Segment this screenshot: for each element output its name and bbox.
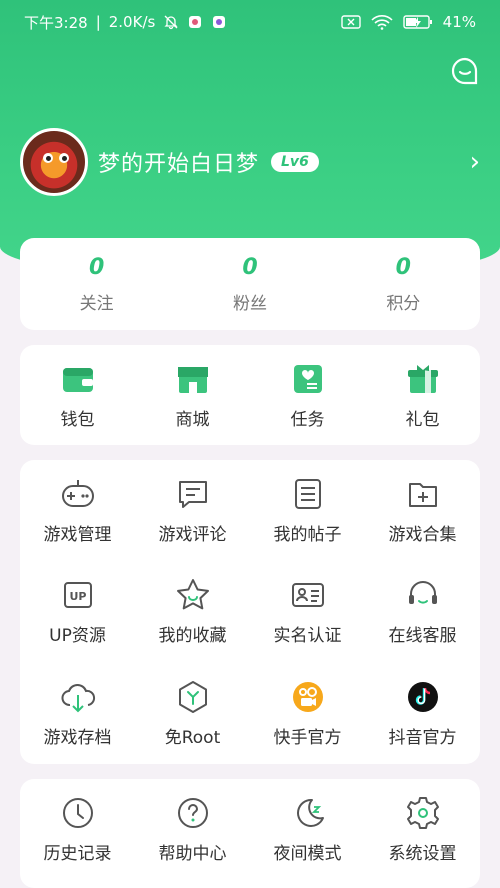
folder-plus-icon — [408, 483, 437, 507]
avatar[interactable] — [20, 128, 88, 196]
moon-icon — [296, 798, 324, 827]
menu-game-manage[interactable]: 游戏管理 — [20, 460, 135, 561]
wallet-card: 钱包 商城 任务 礼包 — [20, 345, 480, 445]
menu-my-favorites[interactable]: 我的收藏 — [135, 561, 250, 662]
avatar-eye-right — [59, 153, 69, 163]
menu-label: 快手官方 — [273, 727, 342, 748]
menu-label: 夜间模式 — [273, 843, 342, 864]
menu-night-mode[interactable]: 夜间模式 — [250, 779, 365, 879]
menu-label: 我的帖子 — [273, 525, 342, 545]
stat-label: 粉丝 — [232, 293, 267, 314]
status-divider: | — [95, 13, 101, 31]
help-icon — [177, 797, 208, 828]
menu-my-posts[interactable]: 我的帖子 — [250, 460, 365, 561]
stat-value: 0 — [89, 254, 105, 280]
root-hex-icon — [178, 680, 207, 713]
username: 梦的开始白日梦 — [98, 152, 260, 177]
menu-label: UP资源 — [49, 626, 106, 647]
menu-game-saves[interactable]: 游戏存档 — [20, 663, 135, 764]
settings-gear-icon — [406, 796, 439, 829]
menu-real-name-auth[interactable]: 实名认证 — [250, 561, 365, 662]
bell-muted-icon — [164, 15, 178, 30]
menu-label: 历史记录 — [43, 843, 112, 864]
menu-label: 商城 — [175, 409, 210, 430]
stat-following[interactable]: 0 关注 — [20, 238, 173, 330]
stat-value: 0 — [395, 254, 411, 280]
level-badge: Lv6 — [271, 152, 319, 172]
message-icon[interactable] — [450, 56, 480, 86]
menu-label: 免Root — [164, 727, 221, 748]
menu-gift[interactable]: 礼包 — [365, 345, 480, 445]
menu-customer-service[interactable]: 在线客服 — [365, 561, 480, 662]
menu-label: 游戏管理 — [43, 525, 112, 545]
menu-system-settings[interactable]: 系统设置 — [365, 779, 480, 879]
douyin-icon — [407, 681, 438, 712]
menu-no-root[interactable]: 免Root — [135, 663, 250, 764]
stat-label: 积分 — [386, 293, 421, 314]
menu-game-comment[interactable]: 游戏评论 — [135, 460, 250, 561]
menu-label: 礼包 — [405, 409, 440, 430]
store-icon — [177, 366, 208, 393]
menu-label: 抖音官方 — [388, 727, 457, 748]
app-notification-icon-2 — [213, 16, 226, 28]
menu-label: 游戏存档 — [43, 727, 112, 748]
stat-value: 0 — [242, 254, 258, 280]
menu-label: 我的收藏 — [158, 626, 227, 647]
battery-percent: 41% — [442, 13, 476, 31]
headset-icon — [408, 581, 437, 605]
comment-icon — [178, 481, 207, 508]
gift-icon — [407, 364, 438, 393]
profile-row[interactable]: 梦的开始白日梦 Lv6 › — [20, 126, 480, 198]
menu-label: 系统设置 — [388, 843, 457, 864]
network-speed: 2.0K/s — [108, 13, 156, 31]
menu-douyin[interactable]: 抖音官方 — [365, 663, 480, 764]
menu-label: 游戏合集 — [388, 525, 457, 545]
wifi-icon — [371, 15, 393, 30]
svg-text:UP: UP — [69, 590, 86, 603]
id-card-icon — [291, 583, 324, 608]
battery-charging-icon — [402, 15, 432, 29]
menu-help-center[interactable]: 帮助中心 — [135, 779, 250, 879]
clock-icon — [62, 797, 93, 828]
chevron-right-icon[interactable]: › — [470, 147, 480, 177]
menu-label: 游戏评论 — [158, 525, 227, 545]
menu-label: 在线客服 — [388, 626, 457, 647]
star-icon — [176, 579, 209, 610]
misc-card: 历史记录 帮助中心 夜间模式 系统设置 — [20, 779, 480, 888]
cloud-download-icon — [61, 683, 95, 713]
menu-kuaishou[interactable]: 快手官方 — [250, 663, 365, 764]
menu-label: 帮助中心 — [158, 843, 227, 864]
menu-store[interactable]: 商城 — [135, 345, 250, 445]
stat-label: 关注 — [79, 293, 114, 314]
menu-label: 钱包 — [60, 409, 95, 430]
up-icon: UP — [63, 582, 92, 609]
avatar-eye-left — [43, 153, 53, 163]
status-bar: 下午3:28 | 2.0K/s 41% — [0, 0, 500, 44]
status-time: 下午3:28 — [24, 13, 88, 32]
menu-game-collection[interactable]: 游戏合集 — [365, 460, 480, 561]
wallet-icon — [62, 367, 93, 392]
tools-card: 游戏管理 游戏评论 我的帖子 游戏合集 UP UP资源 我的收藏 实名认证 在线… — [20, 460, 480, 764]
menu-label: 实名认证 — [273, 626, 342, 647]
menu-wallet[interactable]: 钱包 — [20, 345, 135, 445]
app-notification-icon — [189, 16, 202, 28]
sim-off-icon — [340, 15, 361, 29]
kuaishou-icon — [292, 681, 323, 712]
task-icon — [293, 364, 322, 393]
gamepad-icon — [61, 480, 94, 507]
menu-task[interactable]: 任务 — [250, 345, 365, 445]
stat-points[interactable]: 0 积分 — [327, 238, 480, 330]
stats-card: 0 关注 0 粉丝 0 积分 — [20, 238, 480, 330]
menu-up-resources[interactable]: UP UP资源 — [20, 561, 135, 662]
menu-history[interactable]: 历史记录 — [20, 779, 135, 879]
post-icon — [294, 479, 321, 509]
menu-label: 任务 — [290, 409, 325, 430]
stat-fans[interactable]: 0 粉丝 — [173, 238, 326, 330]
